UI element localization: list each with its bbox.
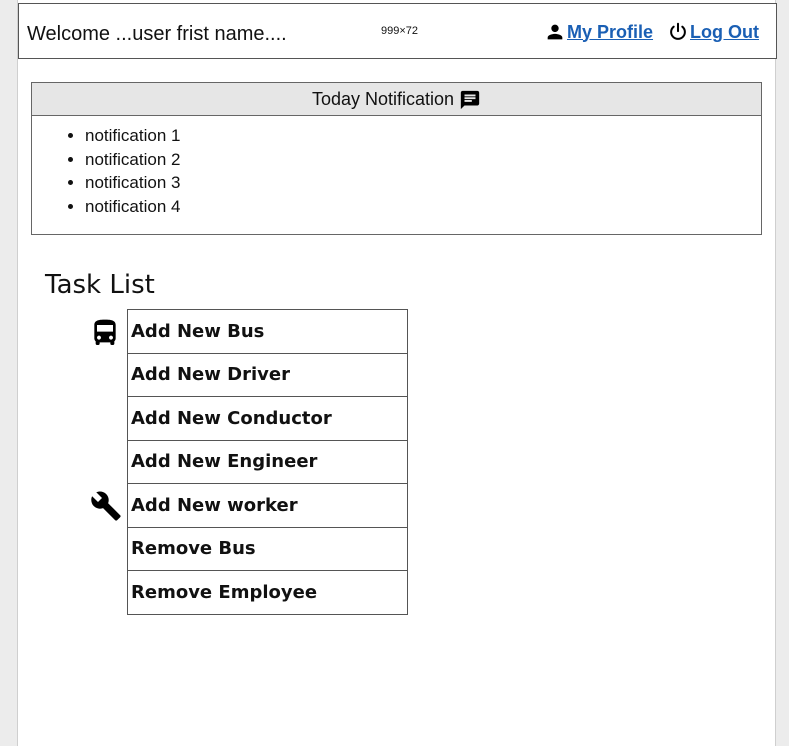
notification-item: notification 2 [85,148,761,172]
notification-list: notification 1 notification 2 notificati… [32,124,761,218]
wrench-icon [91,491,121,521]
task-list-table: Add New Bus Add New Driver Add New Condu… [127,309,408,615]
task-remove-employee[interactable]: Remove Employee [128,571,407,615]
notification-panel: Today Notification notification 1 notifi… [31,82,762,235]
task-add-new-engineer[interactable]: Add New Engineer [128,441,407,484]
my-profile-link[interactable]: My Profile [544,21,653,43]
dimension-label: 999×72 [381,25,419,37]
task-list-title: Task List [45,270,155,300]
page: Welcome ...user frist name.... 999×72 My… [17,0,777,746]
task-remove-bus[interactable]: Remove Bus [128,528,407,571]
notification-item: notification 4 [85,195,761,219]
log-out-label[interactable]: Log Out [690,22,759,43]
person-icon [547,24,563,40]
notification-header: Today Notification [32,83,761,116]
message-icon [460,90,480,110]
bus-icon [94,319,116,345]
power-icon [670,22,686,40]
notification-item: notification 1 [85,124,761,148]
notification-item: notification 3 [85,171,761,195]
welcome-text: Welcome ...user frist name.... [27,23,287,45]
my-profile-label[interactable]: My Profile [567,22,653,43]
notification-title: Today Notification [311,88,455,109]
task-add-new-conductor[interactable]: Add New Conductor [128,397,407,441]
task-add-new-bus[interactable]: Add New Bus [128,310,407,354]
task-add-new-worker[interactable]: Add New worker [128,484,407,528]
task-add-new-driver[interactable]: Add New Driver [128,354,407,397]
log-out-link[interactable]: Log Out [667,21,759,43]
header-bar: Welcome ...user frist name.... 999×72 My… [18,3,777,59]
